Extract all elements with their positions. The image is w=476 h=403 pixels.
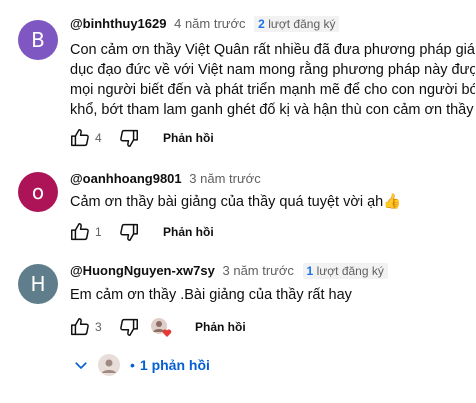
thumbs-down-icon [120,223,138,241]
badge-label: lượt đăng ký [268,17,336,31]
comment-line: Con cảm ơn thầy Việt Quân rất nhiều đã đ… [70,42,475,58]
like-button[interactable] [68,126,92,150]
comment-time[interactable]: 4 năm trước [174,16,245,31]
author-handle[interactable]: @HuongNguyen-xw7sy [70,263,215,278]
person-icon [102,359,116,373]
comment-text: Cảm ơn thầy bài giảng của thầy quá tuyệt… [70,194,402,210]
thumbs-up-icon [71,223,89,241]
badge-label: lượt đăng ký [316,264,384,278]
reply-button[interactable]: Phản hồi [195,320,246,334]
like-count: 3 [95,320,102,334]
comment-time[interactable]: 3 năm trước [223,263,294,278]
dot-separator: • [130,357,135,373]
chevron-down-icon [75,362,87,370]
badge-count: 1 [306,264,314,278]
comment-line: dục đạo đức về với Việt nam mong rằng ph… [70,62,475,78]
like-count: 4 [95,131,102,145]
comment-header: @HuongNguyen-xw7sy 3 năm trước 1 lượt đă… [70,263,388,279]
like-button[interactable] [68,220,92,244]
subscriber-badge: 2 lượt đăng ký [254,16,340,32]
avatar[interactable]: o [18,172,58,212]
reply-author-avatar [98,354,120,376]
dislike-button[interactable] [117,315,141,339]
reply-button[interactable]: Phản hồi [163,225,214,239]
thumbs-up-icon [71,318,89,336]
like-button[interactable] [68,315,92,339]
reply-button[interactable]: Phản hồi [163,131,214,145]
show-replies-button[interactable]: • 1 phản hồi [72,353,210,377]
comment-line: mọi người biết đến và phát triển mạnh mẽ… [70,82,475,98]
comment-line: khổ, bớt tham lam ganh ghét đố kị và hận… [70,102,475,118]
like-count: 1 [95,225,102,239]
dislike-button[interactable] [117,126,141,150]
author-handle[interactable]: @binhthuy1629 [70,16,166,31]
thumbs-down-icon [120,129,138,147]
comment-text: Em cảm ơn thầy .Bài giảng của thầy rất h… [70,287,352,303]
badge-count: 2 [258,17,265,31]
subscriber-badge: 1 lượt đăng ký [302,263,388,279]
thumbs-down-icon [120,318,138,336]
comment-actions: 4 Phản hồi [68,126,214,150]
comment-actions: 1 Phản hồi [68,220,214,244]
avatar[interactable]: H [18,264,58,304]
thumbs-up-icon [71,129,89,147]
author-handle[interactable]: @oanhhoang9801 [70,171,182,186]
comment-text: Con cảm ơn thầy Việt Quân rất nhiều đã đ… [70,40,475,120]
avatar[interactable]: B [18,20,58,60]
creator-heart-icon [147,315,175,339]
creator-heart-badge-icon [151,318,172,337]
comment-actions: 3 Phản hồi [68,315,246,339]
comment-header: @oanhhoang9801 3 năm trước [70,171,261,186]
comment-time[interactable]: 3 năm trước [189,171,260,186]
replies-count-label[interactable]: 1 phản hồi [140,357,210,373]
dislike-button[interactable] [117,220,141,244]
comment-header: @binhthuy1629 4 năm trước 2 lượt đăng ký [70,16,340,32]
